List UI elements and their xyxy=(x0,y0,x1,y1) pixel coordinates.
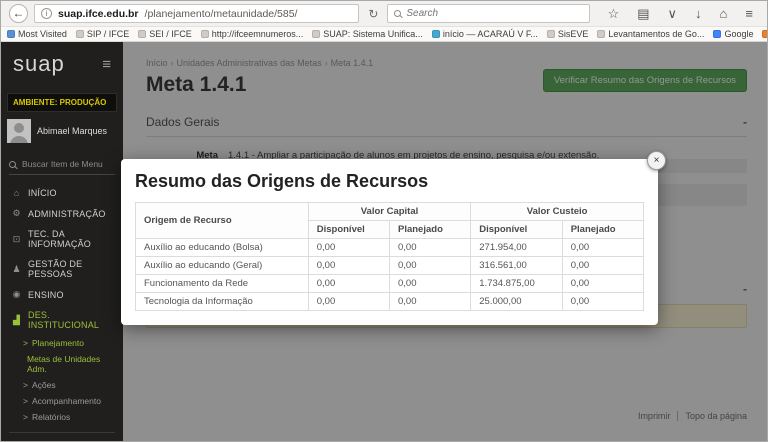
monitor-icon: ⊡ xyxy=(11,234,22,245)
favicon-icon xyxy=(713,30,721,38)
downloads-icon[interactable]: ↓ xyxy=(689,6,708,21)
favicon-icon xyxy=(138,30,146,38)
favicon-icon xyxy=(201,30,209,38)
bookmark-levantamentos[interactable]: Levantamentos de Go... xyxy=(597,29,704,39)
teaching-icon: ◉ xyxy=(11,289,22,300)
sidebar-toggle-icon[interactable]: ≡ xyxy=(102,56,111,73)
url-bar[interactable]: i suap.ifce.edu.br/planejamento/metaunid… xyxy=(34,4,359,23)
search-icon xyxy=(9,161,16,168)
col-header-planejado: Planejado xyxy=(390,221,471,239)
bookmark-star-icon[interactable]: ☆ xyxy=(602,6,626,22)
home-icon: ⌂ xyxy=(11,188,22,198)
bookmark-ifceemnumeros[interactable]: http://ifceemnumeros... xyxy=(201,29,304,39)
url-path: /planejamento/metaunidade/585/ xyxy=(145,8,298,20)
browser-search-box[interactable] xyxy=(387,4,589,23)
browser-window: ← i suap.ifce.edu.br/planejamento/metaun… xyxy=(0,0,768,442)
environment-badge: AMBIENTE: PRODUÇÃO xyxy=(7,93,117,112)
menu-icon[interactable]: ≡ xyxy=(739,6,759,21)
favicon-icon xyxy=(76,30,84,38)
bookmark-sei-ifce[interactable]: SEI / IFCE xyxy=(138,29,192,39)
sidebar-item-planejamento[interactable]: >Planejamento xyxy=(1,335,123,351)
col-group-valor-capital: Valor Capital xyxy=(308,203,471,221)
favicon-icon xyxy=(762,30,767,38)
sidebar-item-gestao-pessoas[interactable]: ♟GESTÃO DE PESSOAS xyxy=(1,254,123,284)
person-icon: ♟ xyxy=(11,264,22,275)
close-icon[interactable]: × xyxy=(647,151,666,170)
sidebar-item-metas-unidades[interactable]: Metas de Unidades Adm. xyxy=(1,351,123,377)
library-icon[interactable]: ▤ xyxy=(631,6,655,22)
sidebar-divider xyxy=(9,432,115,433)
chevron-right-icon: > xyxy=(23,338,28,348)
pocket-icon[interactable]: ∨ xyxy=(662,6,684,22)
sidebar-item-acoes[interactable]: >Ações xyxy=(1,377,123,393)
col-header-origem: Origem de Recurso xyxy=(136,203,309,239)
bookmark-sip-ifce[interactable]: SIP / IFCE xyxy=(76,29,129,39)
site-info-icon[interactable]: i xyxy=(41,8,52,19)
sidebar-item-inicio[interactable]: ⌂INÍCIO xyxy=(1,183,123,203)
table-group-header-row: Origem de Recurso Valor Capital Valor Cu… xyxy=(136,203,644,221)
favicon-icon xyxy=(432,30,440,38)
favicon-icon xyxy=(547,30,555,38)
home-icon[interactable]: ⌂ xyxy=(714,6,734,21)
bookmark-suap[interactable]: SUAP: Sistema Unifica... xyxy=(312,29,423,39)
sidebar-item-acompanhamento[interactable]: >Acompanhamento xyxy=(1,393,123,409)
sidebar-item-relatorios[interactable]: >Relatórios xyxy=(1,409,123,425)
browser-toolbar: ← i suap.ifce.edu.br/planejamento/metaun… xyxy=(1,1,767,27)
gear-icon: ⚙ xyxy=(11,208,22,219)
url-domain: suap.ifce.edu.br xyxy=(58,8,139,20)
bookmarks-bar: Most Visited SIP / IFCE SEI / IFCE http:… xyxy=(1,27,767,42)
bar-chart-icon: ▟ xyxy=(11,315,22,326)
sidebar-item-tec-informacao[interactable]: ⊡TEC. DA INFORMAÇÃO xyxy=(1,224,123,254)
suap-logo[interactable]: suap xyxy=(13,51,65,77)
bookmark-google[interactable]: Google xyxy=(713,29,753,39)
resumo-origens-modal: × Resumo das Origens de Recursos Origem … xyxy=(121,159,658,325)
favicon-icon xyxy=(597,30,605,38)
col-header-planejado: Planejado xyxy=(562,221,643,239)
table-row: Auxílio ao educando (Bolsa)0,000,00271.9… xyxy=(136,239,644,257)
table-row: Tecnologia da Informação0,000,0025.000,0… xyxy=(136,293,644,311)
avatar xyxy=(7,119,31,143)
bookmark-acarau[interactable]: início — ACARAÚ V F... xyxy=(432,29,538,39)
sidebar-item-administracao[interactable]: ⚙ADMINISTRAÇÃO xyxy=(1,203,123,224)
favicon-icon xyxy=(312,30,320,38)
search-icon xyxy=(394,10,401,17)
favicon-icon xyxy=(7,30,15,38)
app-area: suap ≡ AMBIENTE: PRODUÇÃO Abimael Marque… xyxy=(1,42,767,442)
col-header-disponivel: Disponível xyxy=(471,221,562,239)
back-button[interactable]: ← xyxy=(9,4,28,23)
bookmark-ava[interactable]: Ambiente Virtual de A... xyxy=(762,29,767,39)
table-row: Auxílio ao educando (Geral)0,000,00316.5… xyxy=(136,257,644,275)
resumo-table: Origem de Recurso Valor Capital Valor Cu… xyxy=(135,202,644,311)
table-row: Funcionamento da Rede0,000,001.734.875,0… xyxy=(136,275,644,293)
user-name: Abimael Marques xyxy=(37,126,107,136)
col-group-valor-custeio: Valor Custeio xyxy=(471,203,644,221)
user-profile[interactable]: Abimael Marques xyxy=(1,112,123,149)
col-header-disponivel: Disponível xyxy=(308,221,389,239)
chevron-right-icon: > xyxy=(23,380,28,390)
sidebar-item-des-institucional[interactable]: ▟DES. INSTITUCIONAL xyxy=(1,305,123,335)
sidebar: suap ≡ AMBIENTE: PRODUÇÃO Abimael Marque… xyxy=(1,42,123,442)
reload-icon[interactable]: ↻ xyxy=(365,7,381,21)
sidebar-menu-search[interactable]: Buscar Item de Menu xyxy=(9,159,115,175)
chevron-right-icon: > xyxy=(23,412,28,422)
bookmark-most-visited[interactable]: Most Visited xyxy=(7,29,67,39)
browser-search-input[interactable] xyxy=(406,8,582,19)
modal-title: Resumo das Origens de Recursos xyxy=(135,171,644,192)
sidebar-search-placeholder: Buscar Item de Menu xyxy=(22,159,103,169)
chevron-right-icon: > xyxy=(23,396,28,406)
bookmark-siseve[interactable]: SisEVE xyxy=(547,29,589,39)
sidebar-item-ensino[interactable]: ◉ENSINO xyxy=(1,284,123,305)
